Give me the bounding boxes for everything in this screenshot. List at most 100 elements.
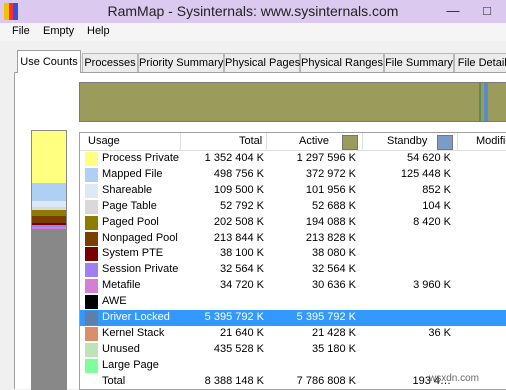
usage-color-swatch	[85, 311, 98, 325]
usage-color-swatch	[85, 152, 98, 166]
usage-color-swatch	[85, 231, 98, 246]
usage-name: Large Page	[102, 358, 159, 371]
usage-name: Unused	[102, 342, 140, 355]
active-value: 35 180 K	[311, 342, 356, 355]
usage-color-swatch	[85, 358, 98, 373]
vbar-mapped-file	[32, 183, 66, 201]
usage-name: Shareable	[102, 183, 153, 196]
usage-color-swatch	[85, 263, 98, 278]
tab-processes[interactable]: Processes	[82, 53, 138, 72]
table-row[interactable]: Unused 435 528 K 35 180 K	[80, 342, 506, 358]
table-row[interactable]: Process Private 1 352 404 K 1 297 596 K 54 …	[80, 151, 506, 167]
tab-physical-ranges[interactable]: Physical Ranges	[300, 53, 384, 72]
standby-color-swatch	[437, 135, 453, 150]
usage-name: Session Private	[102, 263, 179, 276]
usage-name: Nonpaged Pool	[102, 231, 178, 244]
title-bar: RamMap - Sysinternals: www.sysinternals.…	[0, 0, 506, 23]
total-value: 34 720 K	[219, 279, 264, 292]
active-value: 38 080 K	[311, 247, 356, 260]
column-header-usage[interactable]: Usage	[88, 135, 120, 147]
usage-color-swatch	[85, 374, 98, 389]
table-row[interactable]: Driver Locked 5 395 792 K 5 395 792 K	[80, 310, 506, 326]
vbar-driver-locked	[32, 229, 66, 389]
total-value: 5 395 792 K	[204, 311, 264, 323]
vbar-nonpaged-pool	[32, 216, 66, 223]
total-value: 32 564 K	[219, 263, 264, 276]
active-value: 1 297 596 K	[296, 152, 356, 164]
table-row[interactable]: Paged Pool 202 508 K 194 088 K 8 420 K	[80, 215, 506, 231]
usage-color-swatch	[85, 183, 98, 198]
column-header-active[interactable]: Active	[299, 135, 329, 147]
total-value: 1 352 404 K	[204, 152, 264, 164]
usage-name: Mapped File	[102, 167, 163, 180]
menu-empty[interactable]: Empty	[43, 25, 74, 37]
active-value: 101 956 K	[305, 183, 356, 196]
usage-name: Kernel Stack	[102, 326, 165, 339]
usage-color-swatch	[85, 215, 98, 230]
active-value: 21 428 K	[311, 326, 356, 339]
menu-help[interactable]: Help	[87, 25, 110, 37]
usage-color-swatch	[85, 167, 98, 182]
usage-name: Metafile	[102, 279, 141, 292]
tab-use-counts[interactable]: Use Counts	[17, 50, 81, 73]
use-counts-table: Usage Total Active Standby Modifie Proce…	[79, 132, 506, 390]
table-row[interactable]: Kernel Stack 21 640 K 21 428 K 36 K	[80, 326, 506, 342]
active-value: 372 972 K	[305, 167, 356, 180]
menu-file[interactable]: File	[12, 25, 30, 37]
total-value: 109 500 K	[213, 183, 264, 196]
active-value: 30 636 K	[311, 279, 356, 292]
active-value: 5 395 792 K	[296, 311, 356, 323]
minimize-button[interactable]: —	[436, 0, 470, 21]
column-divider[interactable]	[457, 133, 458, 150]
tab-priority-summary[interactable]: Priority Summary	[138, 53, 224, 72]
usage-color-swatch	[85, 342, 98, 357]
column-header-total[interactable]: Total	[239, 135, 262, 147]
total-value: 8 388 148 K	[204, 374, 264, 387]
usage-name: AWE	[102, 295, 127, 308]
active-value: 32 564 K	[311, 263, 356, 276]
usage-color-swatch	[85, 247, 98, 262]
active-value: 7 786 808 K	[296, 374, 356, 387]
usage-bar-segment-standby	[484, 83, 488, 121]
table-row[interactable]: Mapped File 498 756 K 372 972 K 125 448 K	[80, 167, 506, 183]
maximize-button[interactable]: □	[470, 0, 504, 21]
table-row[interactable]: System PTE 38 100 K 38 080 K	[80, 246, 506, 262]
total-value: 498 756 K	[213, 167, 264, 180]
tab-physical-pages[interactable]: Physical Pages	[224, 53, 300, 72]
usage-color-swatch	[85, 199, 98, 214]
column-header-standby[interactable]: Standby	[387, 135, 427, 147]
table-row[interactable]: Shareable 109 500 K 101 956 K 852 K	[80, 183, 506, 199]
standby-value: 54 620 K	[406, 152, 451, 164]
usage-bar-segment-standby-edge	[479, 83, 481, 121]
table-row[interactable]: Metafile 34 720 K 30 636 K 3 960 K	[80, 278, 506, 294]
total-value: 435 528 K	[213, 342, 264, 355]
total-value: 38 100 K	[219, 247, 264, 260]
active-value: 213 828 K	[305, 231, 356, 244]
usage-color-swatch	[85, 279, 98, 294]
column-header-modified[interactable]: Modifie	[476, 135, 506, 147]
table-row[interactable]: Large Page	[80, 358, 506, 374]
usage-name: Paged Pool	[102, 215, 159, 228]
table-row[interactable]: AWE	[80, 294, 506, 310]
active-color-swatch	[342, 135, 358, 150]
active-value: 194 088 K	[305, 215, 356, 228]
tab-file-summary[interactable]: File Summary	[384, 53, 454, 72]
total-value: 21 640 K	[219, 326, 264, 339]
standby-value: 8 420 K	[413, 215, 451, 228]
usage-summary-bar	[79, 82, 506, 122]
usage-name: Total	[102, 374, 126, 387]
active-value: 52 688 K	[311, 199, 356, 212]
usage-name: Process Private	[102, 152, 180, 164]
table-row[interactable]: Nonpaged Pool 213 844 K 213 828 K	[80, 231, 506, 247]
window-title: RamMap - Sysinternals: www.sysinternals.…	[107, 3, 399, 19]
column-divider[interactable]	[266, 133, 267, 150]
usage-name: Page Table	[102, 199, 157, 212]
column-divider[interactable]	[362, 133, 363, 150]
table-row[interactable]: Session Private 32 564 K 32 564 K	[80, 262, 506, 278]
column-divider[interactable]	[180, 133, 181, 150]
table-row[interactable]: Page Table 52 792 K 52 688 K 104 K	[80, 199, 506, 215]
watermark: wsxdn.com	[429, 373, 480, 384]
tab-file-details[interactable]: File Details	[454, 53, 506, 72]
menu-bar: File Empty Help	[0, 23, 506, 41]
usage-name: Driver Locked	[102, 311, 170, 323]
